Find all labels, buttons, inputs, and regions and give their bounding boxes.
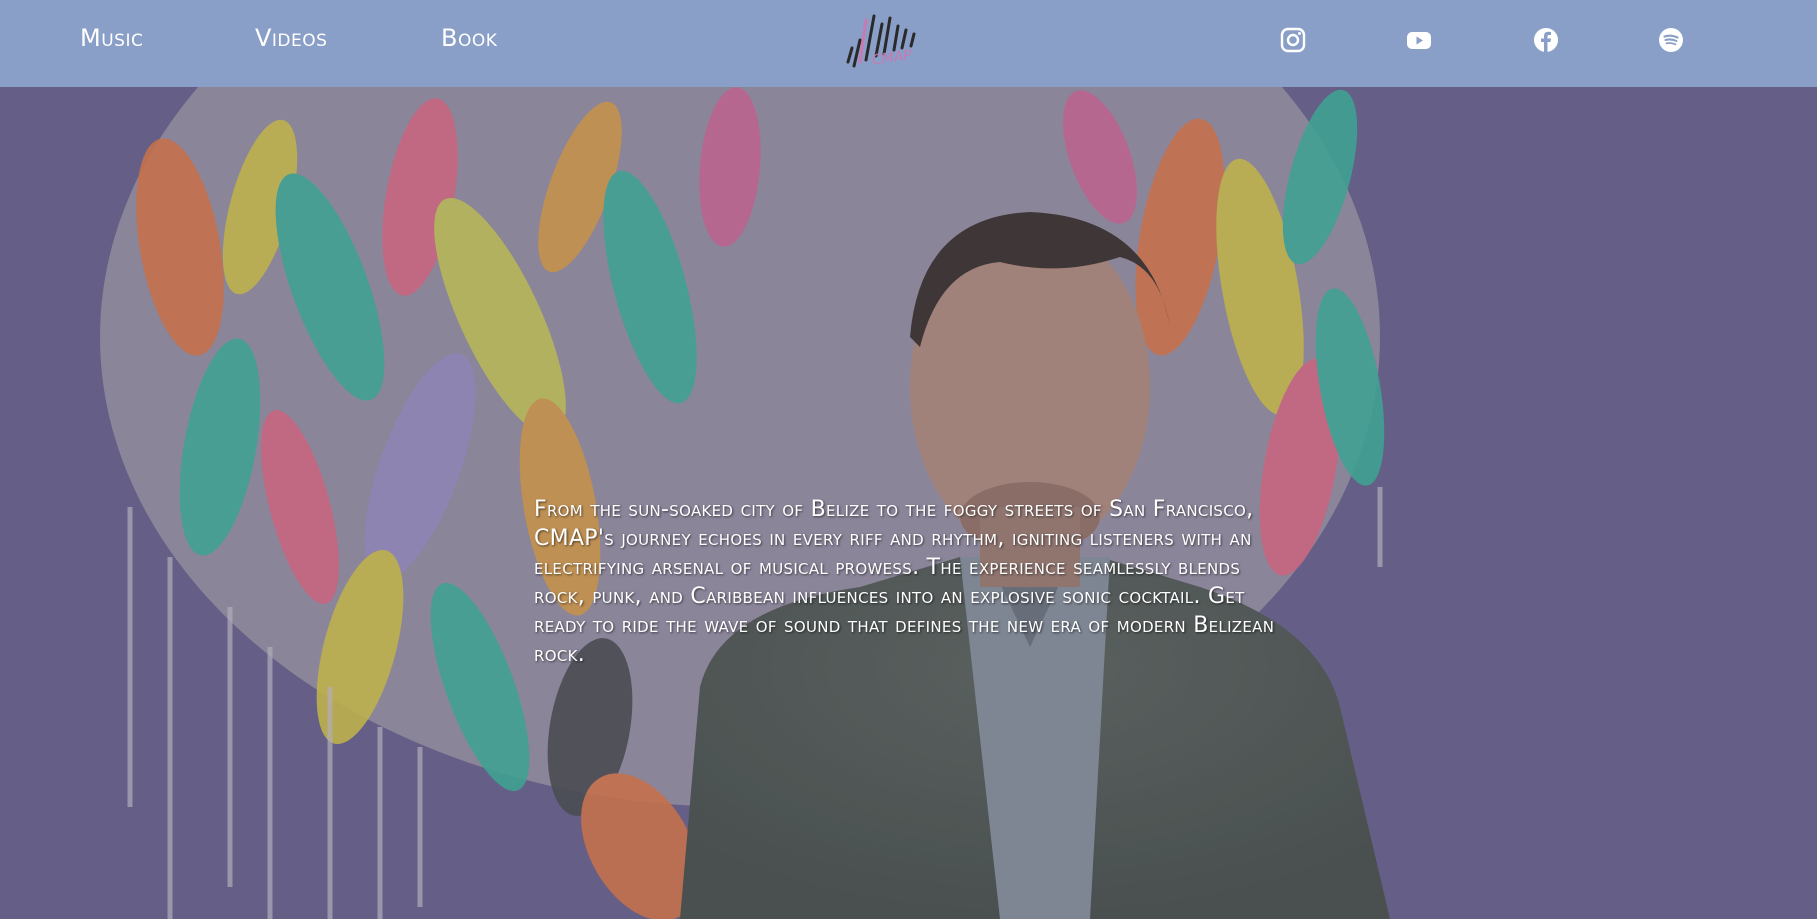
top-navbar: Music Videos Book CMAP: [0, 0, 1817, 87]
cmap-logo[interactable]: [844, 10, 924, 78]
nav-videos-link[interactable]: Videos: [255, 24, 327, 52]
bio-text: From the sun-soaked city of Belize to th…: [534, 497, 1275, 667]
spotify-icon[interactable]: [1658, 27, 1684, 53]
soundwave-logo-icon: [846, 14, 916, 68]
nav-music-link[interactable]: Music: [80, 24, 143, 52]
nav-book-link[interactable]: Book: [441, 24, 497, 52]
facebook-icon[interactable]: [1533, 27, 1559, 53]
youtube-icon[interactable]: [1406, 27, 1432, 53]
instagram-icon[interactable]: [1280, 27, 1306, 53]
hero-background: From the sun-soaked city of Belize to th…: [0, 87, 1817, 919]
